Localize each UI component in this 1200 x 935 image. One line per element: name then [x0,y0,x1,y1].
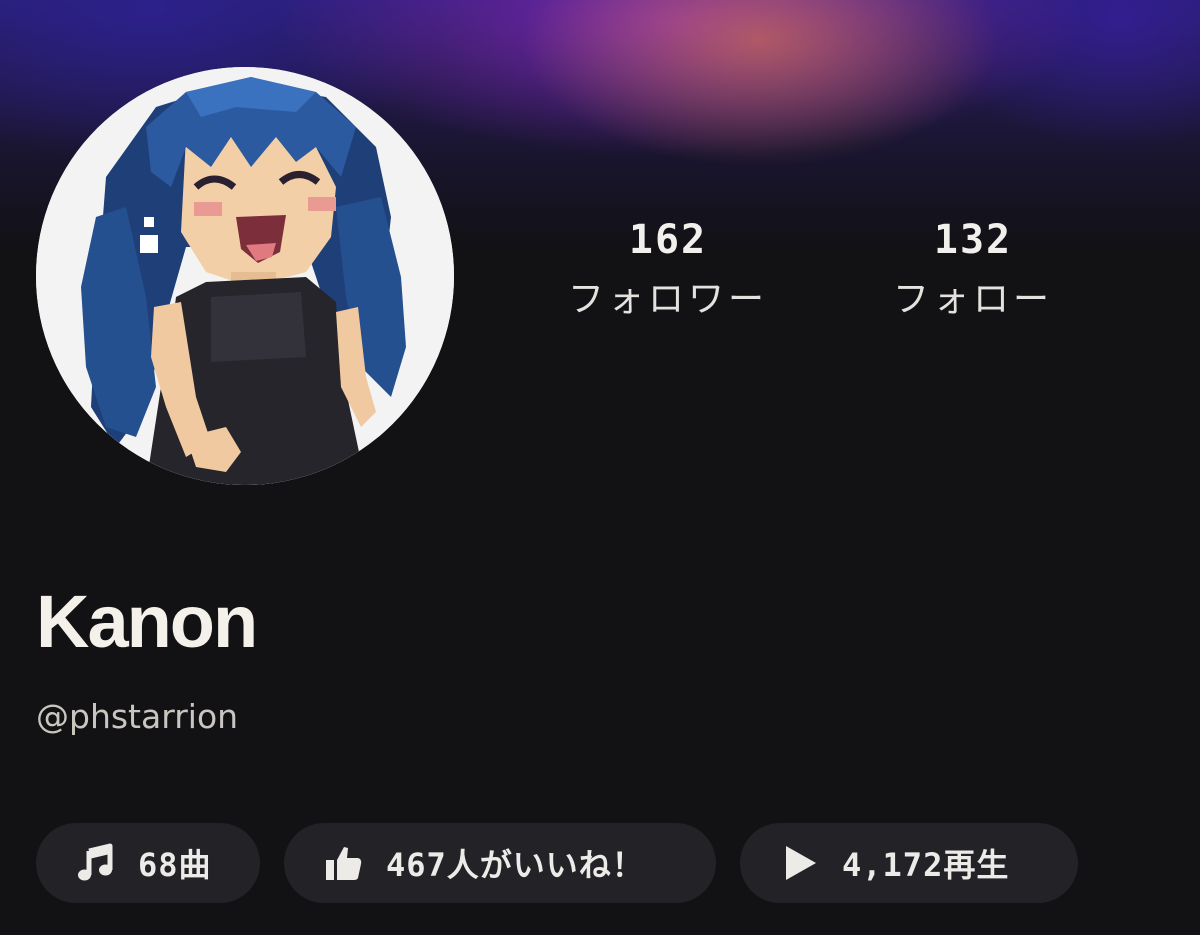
likes-chip[interactable]: 467人がいいね！ [284,823,716,903]
following-label: フォロー [892,279,1053,320]
songs-chip[interactable]: 68曲 [36,823,260,903]
followers-label: フォロワー [567,279,768,320]
user-handle: @phstarrion [36,697,239,736]
followers-count: 162 [628,217,708,263]
display-name: Kanon [36,580,258,663]
pixel-art-avatar-image [36,67,454,485]
plays-count-label: 4,172再生 [842,846,1010,884]
followers-stat[interactable]: 162 フォロワー [538,214,798,330]
likes-count-label: 467人がいいね！ [386,846,645,884]
profile-page: 162 フォロワー 132 フォロー Kanon @phstarrion 68曲… [0,0,1200,935]
music-note-icon [74,841,118,885]
following-stat[interactable]: 132 フォロー [843,214,1103,330]
following-count: 132 [933,217,1013,263]
play-icon [778,841,822,885]
avatar[interactable] [36,67,454,485]
thumbs-up-icon [322,841,366,885]
songs-count-label: 68曲 [138,846,212,884]
plays-chip[interactable]: 4,172再生 [740,823,1078,903]
